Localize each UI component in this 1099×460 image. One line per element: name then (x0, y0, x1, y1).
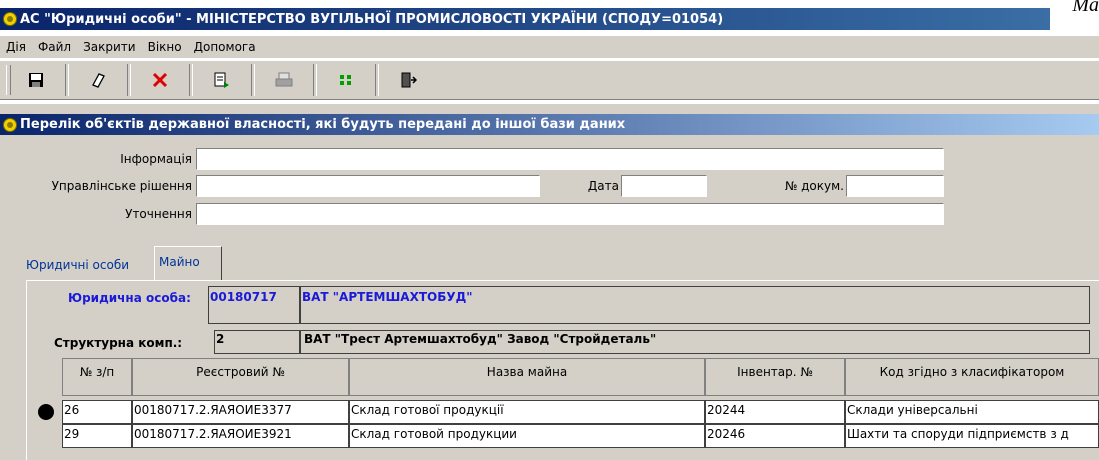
column-header-number[interactable]: № з/п (62, 358, 132, 396)
legal-entity-code: 00180717 (208, 286, 300, 324)
table-cell-inventory-number[interactable]: 20244 (705, 400, 845, 424)
current-row-indicator (38, 404, 54, 420)
clarification-label: Уточнення (125, 207, 192, 221)
column-header-registry-number[interactable]: Реєстровий № (132, 358, 349, 396)
print-button[interactable] (262, 63, 306, 97)
table-cell-classifier-code[interactable]: Шахти та споруди підприємств з д (845, 424, 1099, 448)
menu-item-window[interactable]: Вікно (142, 40, 188, 54)
clarification-field[interactable] (196, 203, 944, 225)
info-label: Інформація (120, 152, 192, 166)
menu-item-action[interactable]: Дія (0, 40, 32, 54)
delete-button[interactable] (138, 63, 182, 97)
toolbar-grip[interactable] (6, 65, 11, 95)
toolbar (0, 60, 1099, 100)
form-titlebar[interactable]: Перелік об'єктів державної власності, як… (0, 114, 1099, 135)
form-window: Перелік об'єктів державної власності, як… (0, 104, 1099, 460)
exit-button[interactable] (386, 63, 430, 97)
table-cell-property-name[interactable]: Склад готовой продукции (349, 424, 705, 448)
window-title: АС "Юридичні особи" - МІНІСТЕРСТВО ВУГІЛ… (20, 11, 724, 27)
legal-entity-label: Юридична особа: (68, 291, 191, 305)
export-document-button[interactable] (200, 63, 244, 97)
menu-item-file[interactable]: Файл (32, 40, 77, 54)
doc-number-label: № докум. (784, 179, 844, 193)
exit-door-icon (401, 72, 417, 88)
toolbar-separator (251, 64, 255, 96)
date-label: Дата (587, 179, 619, 193)
grid-icon (340, 75, 351, 85)
save-icon (29, 73, 43, 87)
column-header-classifier-code[interactable]: Код згідно з класифікатором (845, 358, 1099, 396)
structural-component-code: 2 (214, 330, 300, 354)
doc-number-field[interactable] (846, 175, 944, 197)
window-titlebar[interactable]: АС "Юридичні особи" - МІНІСТЕРСТВО ВУГІЛ… (0, 8, 1050, 30)
tab-property-label: Майно (159, 255, 200, 269)
grid-button[interactable] (324, 63, 368, 97)
tab-property[interactable]: Майно (154, 246, 222, 280)
save-button[interactable] (14, 63, 58, 97)
structural-component-label: Структурна комп.: (54, 336, 183, 350)
corner-text: Ma (1072, 0, 1099, 16)
decision-label: Управлінське рішення (51, 179, 192, 193)
delete-icon (152, 72, 168, 88)
legal-entity-name: ВАТ "АРТЕМШАХТОБУД" (300, 286, 1090, 324)
menu-item-help[interactable]: Допомога (188, 40, 262, 54)
table-cell-registry-number[interactable]: 00180717.2.ЯАЯОИЕ3377 (132, 400, 349, 424)
eraser-button[interactable] (76, 63, 120, 97)
menu-bar: Дія Файл Закрити Вікно Допомога (0, 36, 1099, 58)
date-field[interactable] (621, 175, 707, 197)
table-cell-number[interactable]: 29 (62, 424, 132, 448)
decision-field[interactable] (196, 175, 540, 197)
menu-item-close[interactable]: Закрити (77, 40, 142, 54)
tab-legal-entities[interactable]: Юридичні особи (22, 253, 154, 277)
form-app-icon (3, 117, 17, 132)
table-cell-inventory-number[interactable]: 20246 (705, 424, 845, 448)
structural-component-name: ВАТ "Трест Артемшахтобуд" Завод "Стройде… (300, 330, 1090, 354)
toolbar-separator (189, 64, 193, 96)
form-title: Перелік об'єктів державної власності, як… (20, 117, 626, 132)
table-cell-property-name[interactable]: Склад готової продукції (349, 400, 705, 424)
toolbar-separator (375, 64, 379, 96)
print-icon (275, 72, 293, 87)
column-header-property-name[interactable]: Назва майна (349, 358, 705, 396)
table-cell-number[interactable]: 26 (62, 400, 132, 424)
toolbar-separator (127, 64, 131, 96)
table-cell-registry-number[interactable]: 00180717.2.ЯАЯОИЕ3921 (132, 424, 349, 448)
column-header-inventory-number[interactable]: Інвентар. № (705, 358, 845, 396)
toolbar-separator (313, 64, 317, 96)
info-field[interactable] (196, 148, 944, 170)
export-document-icon (214, 72, 229, 88)
eraser-icon (92, 73, 105, 88)
toolbar-separator (65, 64, 69, 96)
table-cell-classifier-code[interactable]: Склади універсальні (845, 400, 1099, 424)
tab-legal-entities-label: Юридичні особи (26, 258, 130, 272)
app-icon (3, 12, 17, 26)
